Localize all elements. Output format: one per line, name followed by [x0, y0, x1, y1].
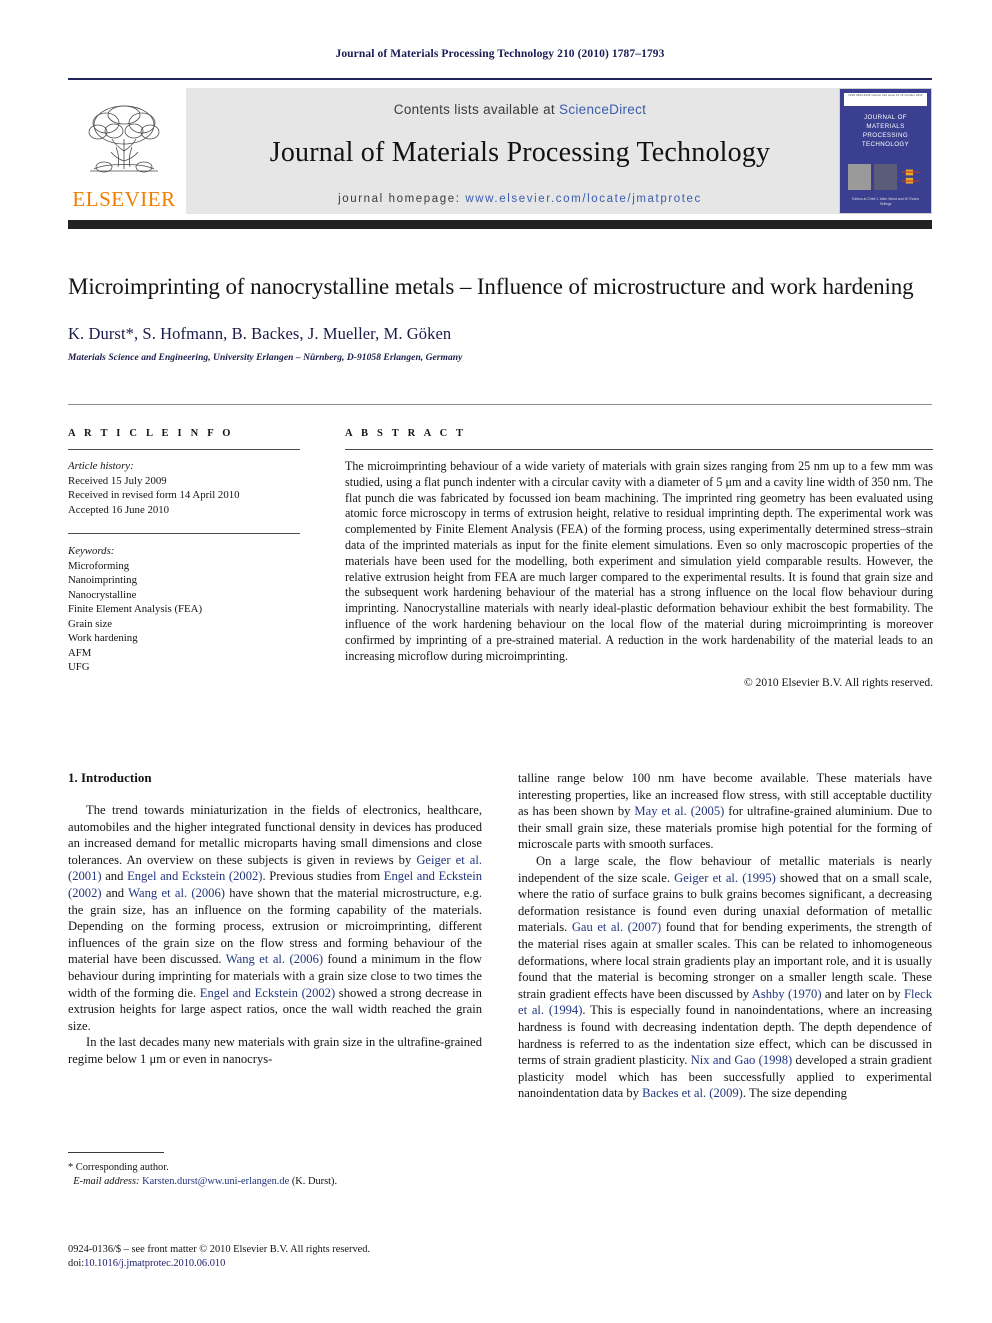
citation-link[interactable]: Wang et al. (2006) — [128, 886, 225, 900]
body-column-left: 1. Introduction The trend towards miniat… — [68, 770, 482, 1068]
doi-label: doi: — [68, 1258, 85, 1269]
keyword-item: UFG — [68, 661, 90, 673]
article-history: Article history: Received 15 July 2009 R… — [68, 459, 300, 517]
doi-line: doi:10.1016/j.jmatprotec.2010.06.010 — [68, 1257, 568, 1271]
abstract-heading: A B S T R A C T — [345, 428, 467, 439]
history-item: Accepted 16 June 2010 — [68, 503, 170, 516]
citation-link[interactable]: Gau et al. (2007) — [572, 920, 661, 934]
keyword-item: AFM — [68, 646, 92, 659]
history-item: Received in revised form 14 April 2010 — [68, 489, 240, 501]
article-info-heading: A R T I C L E I N F O — [68, 428, 234, 439]
section-heading-introduction: 1. Introduction — [68, 770, 152, 785]
article-history-label: Article history: — [68, 460, 134, 472]
cover-footer-text: Editors-in-Chief J. Allen Wood and W. Ev… — [852, 197, 919, 206]
masthead-black-bar — [68, 220, 932, 229]
elsevier-tree-icon — [80, 99, 168, 187]
paragraph: The trend towards miniaturization in the… — [68, 803, 483, 1033]
keyword-item: Grain size — [68, 617, 113, 630]
journal-banner: Contents lists available at ScienceDirec… — [186, 88, 854, 214]
cover-figure-row — [848, 163, 923, 191]
imprint-block: 0924-0136/$ – see front matter © 2010 El… — [68, 1243, 568, 1271]
email-label: E-mail address: — [73, 1176, 140, 1187]
paragraph: talline range below 100 nm have become a… — [518, 771, 932, 852]
cover-top-strip: ISSN 0924-0136 Volume 210 Issue 13 15 Oc… — [844, 93, 927, 106]
keywords-list: Keywords: Microforming Nanoimprinting Na… — [68, 544, 300, 675]
citation-link[interactable]: Geiger et al. (1995) — [674, 871, 776, 885]
citation-link[interactable]: Nix and Gao (1998) — [691, 1053, 793, 1067]
abstract-column: A B S T R A C T The microimprinting beha… — [345, 428, 933, 689]
elsevier-wordmark: ELSEVIER — [72, 187, 176, 211]
affiliation: Materials Science and Engineering, Unive… — [68, 353, 463, 363]
footnote-rule — [68, 1152, 164, 1153]
paragraph: On a large scale, the flow behaviour of … — [518, 853, 933, 1101]
cover-strip-text: ISSN 0924-0136 Volume 210 Issue 13 15 Oc… — [848, 94, 923, 97]
homepage-label: journal homepage: — [338, 193, 461, 205]
cover-title: JOURNAL OF MATERIALS PROCESSING TECHNOLO… — [861, 114, 910, 148]
journal-masthead: ELSEVIER Contents lists available at Sci… — [68, 88, 932, 214]
keywords-label: Keywords: — [68, 545, 115, 557]
issn-front-matter: 0924-0136/$ – see front matter © 2010 El… — [68, 1244, 371, 1255]
journal-homepage-line: journal homepage: www.elsevier.com/locat… — [186, 169, 854, 205]
elsevier-logo: ELSEVIER — [68, 88, 180, 214]
email-suffix: (K. Durst). — [291, 1176, 338, 1187]
footnote-block: * Corresponding author. E-mail address: … — [68, 1152, 482, 1189]
history-item: Received 15 July 2009 — [68, 474, 167, 487]
article-info-rule — [68, 449, 300, 450]
citation-link[interactable]: May et al. (2005) — [634, 804, 724, 818]
citation-link[interactable]: Engel and Eckstein (2002) — [200, 986, 335, 1000]
abstract-rule — [345, 449, 933, 450]
citation-link[interactable]: Engel and Eckstein (2002) — [127, 869, 262, 883]
keyword-item: Nanoimprinting — [68, 574, 137, 586]
page-title: Microimprinting of nanocrystalline metal… — [68, 274, 914, 299]
keyword-item: Microforming — [68, 559, 130, 572]
running-head: Journal of Materials Processing Technolo… — [335, 48, 665, 60]
email-link[interactable]: Karsten.durst@ww.uni-erlangen.de — [142, 1176, 289, 1187]
title-block: Microimprinting of nanocrystalline metal… — [68, 272, 932, 363]
citation-link[interactable]: Fleck et al. (1994) — [518, 987, 932, 1018]
abstract-copyright: © 2010 Elsevier B.V. All rights reserved… — [744, 677, 933, 690]
journal-title: Journal of Materials Processing Technolo… — [269, 137, 771, 168]
keyword-item: Finite Element Analysis (FEA) — [68, 603, 203, 615]
keyword-item: Nanocrystalline — [68, 588, 137, 601]
keywords-rule — [68, 533, 300, 534]
header-rule — [68, 78, 932, 80]
cover-figure-3 — [900, 164, 923, 190]
paper-page: Journal of Materials Processing Technolo… — [0, 0, 992, 1323]
doi-link[interactable]: 10.1016/j.jmatprotec.2010.06.010 — [84, 1258, 225, 1269]
cover-figure-1 — [848, 164, 871, 190]
contents-available-line: Contents lists available at ScienceDirec… — [186, 88, 854, 117]
author-list: K. Durst*, S. Hofmann, B. Backes, J. Mue… — [68, 324, 452, 343]
title-divider — [68, 404, 932, 405]
article-info-column: A R T I C L E I N F O Article history: R… — [68, 428, 300, 675]
journal-cover-thumbnail: ISSN 0924-0136 Volume 210 Issue 13 15 Oc… — [839, 88, 932, 214]
body-column-right: talline range below 100 nm have become a… — [518, 770, 932, 1102]
corresponding-author-text: * Corresponding author. — [68, 1162, 169, 1173]
contents-prefix: Contents lists available at — [393, 102, 560, 117]
citation-link[interactable]: Wang et al. (2006) — [226, 952, 323, 966]
citation-link[interactable]: Ashby (1970) — [752, 987, 822, 1001]
keyword-item: Work hardening — [68, 632, 138, 644]
homepage-url-link[interactable]: www.elsevier.com/locate/jmatprotec — [465, 193, 702, 205]
abstract-text: The microimprinting behaviour of a wide … — [345, 459, 933, 663]
citation-link[interactable]: Backes et al. (2009) — [642, 1086, 743, 1100]
cover-figure-2 — [874, 164, 897, 190]
paragraph: In the last decades many new materials w… — [68, 1035, 482, 1066]
corresponding-author-note: * Corresponding author. E-mail address: … — [68, 1161, 482, 1189]
sciencedirect-link[interactable]: ScienceDirect — [559, 102, 646, 117]
